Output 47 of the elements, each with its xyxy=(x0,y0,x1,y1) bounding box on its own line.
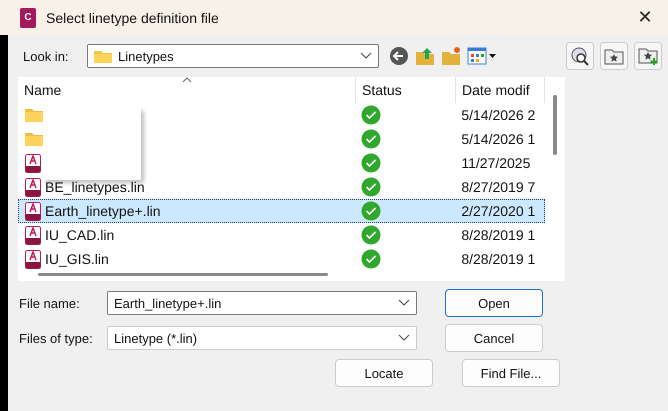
column-header[interactable]: Date modif xyxy=(456,77,545,103)
back-icon[interactable] xyxy=(389,46,409,66)
file-row[interactable]: IU_CAD.lin 8/28/2019 1 xyxy=(18,223,545,247)
horizontal-scrollbar[interactable] xyxy=(38,273,328,276)
vertical-scrollbar[interactable] xyxy=(553,95,557,155)
folder-icon xyxy=(25,108,43,122)
file-type-dropdown[interactable]: Linetype (*.lin) xyxy=(107,326,417,350)
check-circle-icon xyxy=(360,201,381,221)
chevron-icon xyxy=(398,334,410,342)
favorites-button[interactable] xyxy=(600,42,628,70)
linetype-file-icon xyxy=(25,226,41,244)
folder-icon xyxy=(25,132,43,146)
look-in-label: Look in: xyxy=(23,48,70,64)
file-name-label: File name: xyxy=(19,296,81,310)
window-title: Select linetype definition file xyxy=(46,10,219,26)
open-button[interactable]: Open xyxy=(445,289,543,317)
linetype-file-icon xyxy=(25,178,41,196)
check-circle-icon xyxy=(360,177,381,197)
check-circle-icon xyxy=(360,225,381,245)
check-circle-icon xyxy=(360,249,381,269)
look-in-dropdown[interactable]: Linetypes xyxy=(87,44,379,68)
column-header[interactable]: Status xyxy=(356,77,456,103)
close-button[interactable]: ✕ xyxy=(622,0,668,35)
folder-icon xyxy=(94,49,112,63)
view-menu-icon[interactable] xyxy=(467,46,497,66)
file-name-field[interactable]: Earth_linetype+.lin xyxy=(107,291,417,315)
column-header[interactable]: Name xyxy=(18,77,356,103)
find-file-button[interactable]: Find File... xyxy=(462,359,560,387)
up-folder-icon[interactable] xyxy=(415,46,435,66)
locate-button[interactable]: Locate xyxy=(335,359,433,387)
chevron-icon xyxy=(360,52,372,60)
app-icon: C xyxy=(20,8,36,28)
file-row[interactable]: Earth_linetype+.lin 2/27/2020 1 xyxy=(18,199,545,223)
file-row[interactable]: IU_GIS.lin 8/28/2019 1 xyxy=(18,247,545,271)
new-folder-icon[interactable] xyxy=(441,46,461,66)
linetype-file-icon xyxy=(25,250,41,268)
chevron-icon xyxy=(398,299,410,307)
linetype-file-icon xyxy=(25,202,41,220)
check-circle-icon xyxy=(360,153,381,173)
star-folder-icon xyxy=(604,47,624,65)
search-web-button[interactable] xyxy=(566,42,594,70)
cancel-button[interactable]: Cancel xyxy=(445,324,543,352)
linetype-file-icon xyxy=(25,154,41,172)
check-circle-icon xyxy=(360,105,381,125)
add-favorite-button[interactable] xyxy=(634,42,662,70)
check-circle-icon xyxy=(360,129,381,149)
file-type-label: Files of type: xyxy=(19,330,94,346)
